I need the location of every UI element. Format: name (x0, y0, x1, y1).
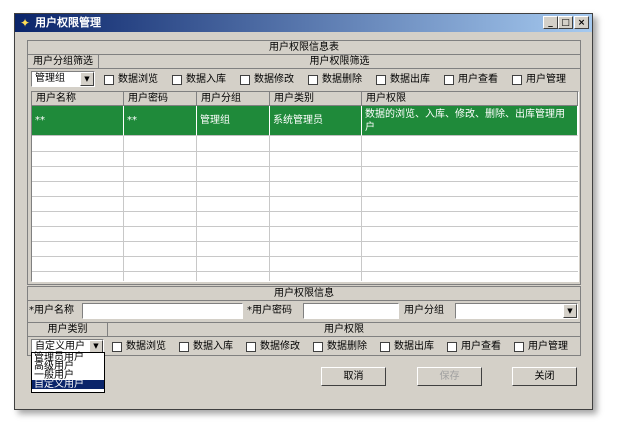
type-label: 用户类别 (28, 323, 108, 337)
perm-checkbox-browse[interactable] (112, 342, 122, 352)
perm-label: 用户权限 (108, 323, 580, 337)
filter-label-user-manage: 用户管理 (526, 74, 566, 85)
group-select[interactable]: ▼ (455, 303, 578, 319)
perm-label-export: 数据出库 (394, 341, 434, 352)
cell-password: ** (124, 106, 197, 136)
cell-perms: 数据的浏览、入库、修改、删除、出库管理用户 (362, 106, 578, 136)
col-header-type[interactable]: 用户类别 (270, 92, 362, 106)
perm-label-delete: 数据删除 (327, 341, 367, 352)
filter-checkbox-browse[interactable] (104, 75, 114, 85)
filter-checkbox-export[interactable] (376, 75, 386, 85)
perm-label-user-manage: 用户管理 (528, 341, 568, 352)
col-header-perms[interactable]: 用户权限 (362, 92, 578, 106)
name-label: *用户名称 (29, 305, 74, 316)
perm-filter-label: 用户权限筛选 (99, 55, 580, 69)
perm-checkbox-modify[interactable] (246, 342, 256, 352)
name-input[interactable] (82, 303, 243, 319)
user-permission-info-panel: 用户权限信息 *用户名称 *用户密码 用户分组 ▼ 用户类别 用户权限 自定义用… (27, 286, 581, 356)
chevron-down-icon[interactable]: ▼ (80, 72, 94, 86)
cell-name: ** (32, 106, 124, 136)
cell-group: 管理组 (197, 106, 270, 136)
app-window: ✦ 用户权限管理 _ □ × 用户权限信息表 用户分组筛选 用户权限筛选 管理组… (14, 13, 593, 410)
group-filter-label: 用户分组筛选 (28, 55, 99, 69)
perm-checkbox-user-view[interactable] (447, 342, 457, 352)
save-button[interactable]: 保存 (417, 367, 482, 386)
user-permission-table-panel: 用户权限信息表 用户分组筛选 用户权限筛选 管理组 ▼ 数据浏览 数据入库 数据… (27, 40, 581, 285)
panel-title: 用户权限信息表 (28, 41, 580, 55)
type-select-value: 自定义用户 (35, 341, 85, 352)
perm-checkbox-user-manage[interactable] (514, 342, 524, 352)
close-button[interactable]: 关闭 (512, 367, 577, 386)
type-dropdown-list[interactable]: 管理员用户 高级用户 一般用户 自定义用户 (31, 352, 105, 393)
minimize-button[interactable]: _ (543, 16, 558, 29)
filter-checkbox-user-manage[interactable] (512, 75, 522, 85)
empty-grid-lines (32, 136, 578, 281)
info-panel-title: 用户权限信息 (28, 287, 580, 301)
group-filter-value: 管理组 (35, 73, 65, 84)
perm-label-user-view: 用户查看 (461, 341, 501, 352)
perm-checkbox-import[interactable] (179, 342, 189, 352)
perm-checkbox-delete[interactable] (313, 342, 323, 352)
filter-label-user-view: 用户查看 (458, 74, 498, 85)
filter-checkbox-delete[interactable] (308, 75, 318, 85)
close-window-button[interactable]: × (574, 16, 589, 29)
perm-checkboxes: 数据浏览 数据入库 数据修改 数据删除 数据出库 用户查看 用户管理 (112, 341, 578, 354)
window-title: 用户权限管理 (35, 16, 101, 29)
filter-label-delete: 数据删除 (322, 74, 362, 85)
app-icon: ✦ (19, 16, 31, 30)
col-header-name[interactable]: 用户名称 (32, 92, 124, 106)
maximize-button[interactable]: □ (558, 16, 573, 29)
perm-label-import: 数据入库 (193, 341, 233, 352)
group-label: 用户分组 (404, 305, 444, 316)
title-bar[interactable]: ✦ 用户权限管理 _ □ × (15, 14, 592, 32)
filter-label-export: 数据出库 (390, 74, 430, 85)
filter-label-import: 数据入库 (186, 74, 226, 85)
filter-checkbox-user-view[interactable] (444, 75, 454, 85)
password-label: *用户密码 (247, 305, 292, 316)
filter-checkbox-import[interactable] (172, 75, 182, 85)
filter-label-browse: 数据浏览 (118, 74, 158, 85)
col-header-group[interactable]: 用户分组 (197, 92, 270, 106)
filter-checkbox-modify[interactable] (240, 75, 250, 85)
filter-label-modify: 数据修改 (254, 74, 294, 85)
col-header-password[interactable]: 用户密码 (124, 92, 197, 106)
perm-checkbox-export[interactable] (380, 342, 390, 352)
table-row[interactable]: ** ** 管理组 系统管理员 数据的浏览、入库、修改、删除、出库管理用户 (32, 106, 578, 136)
group-filter-select[interactable]: 管理组 ▼ (31, 71, 95, 87)
cell-type: 系统管理员 (270, 106, 362, 136)
type-option-custom[interactable]: 自定义用户 (32, 380, 104, 390)
perm-label-browse: 数据浏览 (126, 341, 166, 352)
user-grid[interactable]: 用户名称 用户密码 用户分组 用户类别 用户权限 ** ** 管理组 系统管理员… (31, 91, 579, 282)
cancel-button[interactable]: 取消 (321, 367, 386, 386)
perm-label-modify: 数据修改 (260, 341, 300, 352)
chevron-down-icon[interactable]: ▼ (563, 304, 577, 318)
password-input[interactable] (303, 303, 399, 319)
perm-filter-checkboxes: 数据浏览 数据入库 数据修改 数据删除 数据出库 用户查看 用户管理 (104, 74, 580, 87)
